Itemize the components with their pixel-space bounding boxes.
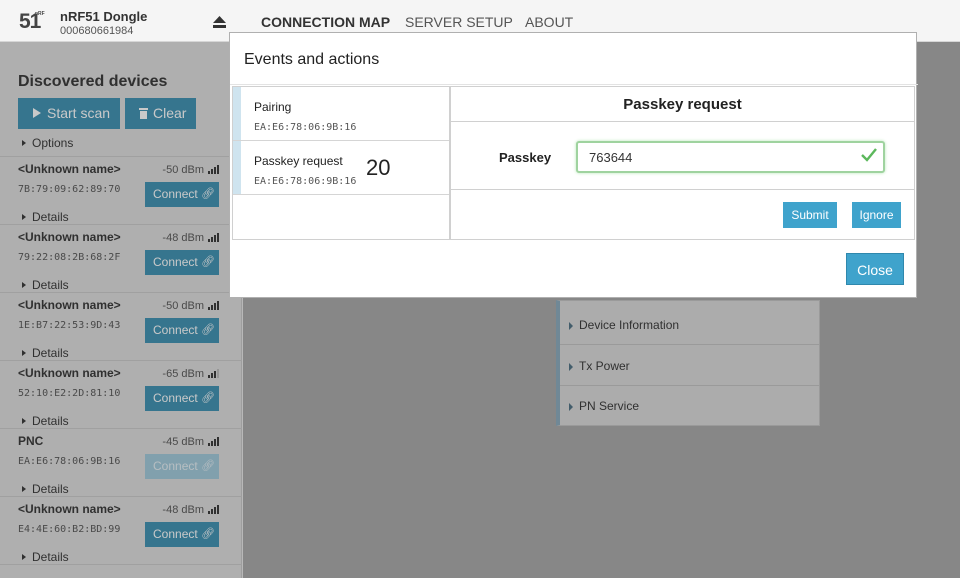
event-address: EA:E6:78:06:9B:16: [254, 122, 357, 133]
nav-connection-map[interactable]: CONNECTION MAP: [261, 15, 390, 30]
event-address: EA:E6:78:06:9B:16: [254, 176, 357, 187]
event-detail-panel: Passkey request Passkey Submit Ignore: [450, 86, 915, 240]
nav-about[interactable]: ABOUT: [525, 15, 573, 30]
event-countdown: 20: [366, 155, 391, 180]
submit-button[interactable]: Submit: [783, 202, 837, 228]
modal-title: Events and actions: [244, 51, 380, 68]
divider: [451, 189, 914, 190]
event-title: Passkey request: [254, 154, 343, 168]
nav-server-setup[interactable]: SERVER SETUP: [405, 15, 513, 30]
detail-title: Passkey request: [451, 87, 914, 122]
passkey-input[interactable]: [576, 141, 885, 173]
event-list: Pairing EA:E6:78:06:9B:16 Passkey reques…: [232, 86, 450, 240]
event-item-pairing[interactable]: Pairing EA:E6:78:06:9B:16: [233, 87, 449, 141]
eject-icon[interactable]: [212, 15, 227, 29]
events-modal: Events and actions Pairing EA:E6:78:06:9…: [229, 32, 918, 298]
check-icon: [861, 148, 877, 162]
divider: [230, 84, 918, 85]
event-item-passkey-request[interactable]: Passkey request EA:E6:78:06:9B:16 20: [233, 141, 449, 195]
device-serial: 000680661984: [60, 25, 134, 37]
ignore-button[interactable]: Ignore: [852, 202, 901, 228]
device-title: nRF51 Dongle: [60, 9, 148, 24]
app-logo: nRF 51: [19, 10, 45, 34]
event-indicator: [233, 141, 241, 194]
logo-number: 51: [19, 10, 41, 33]
event-indicator: [233, 87, 241, 140]
passkey-label: Passkey: [499, 150, 552, 165]
event-title: Pairing: [254, 100, 292, 114]
close-button[interactable]: Close: [846, 253, 904, 285]
